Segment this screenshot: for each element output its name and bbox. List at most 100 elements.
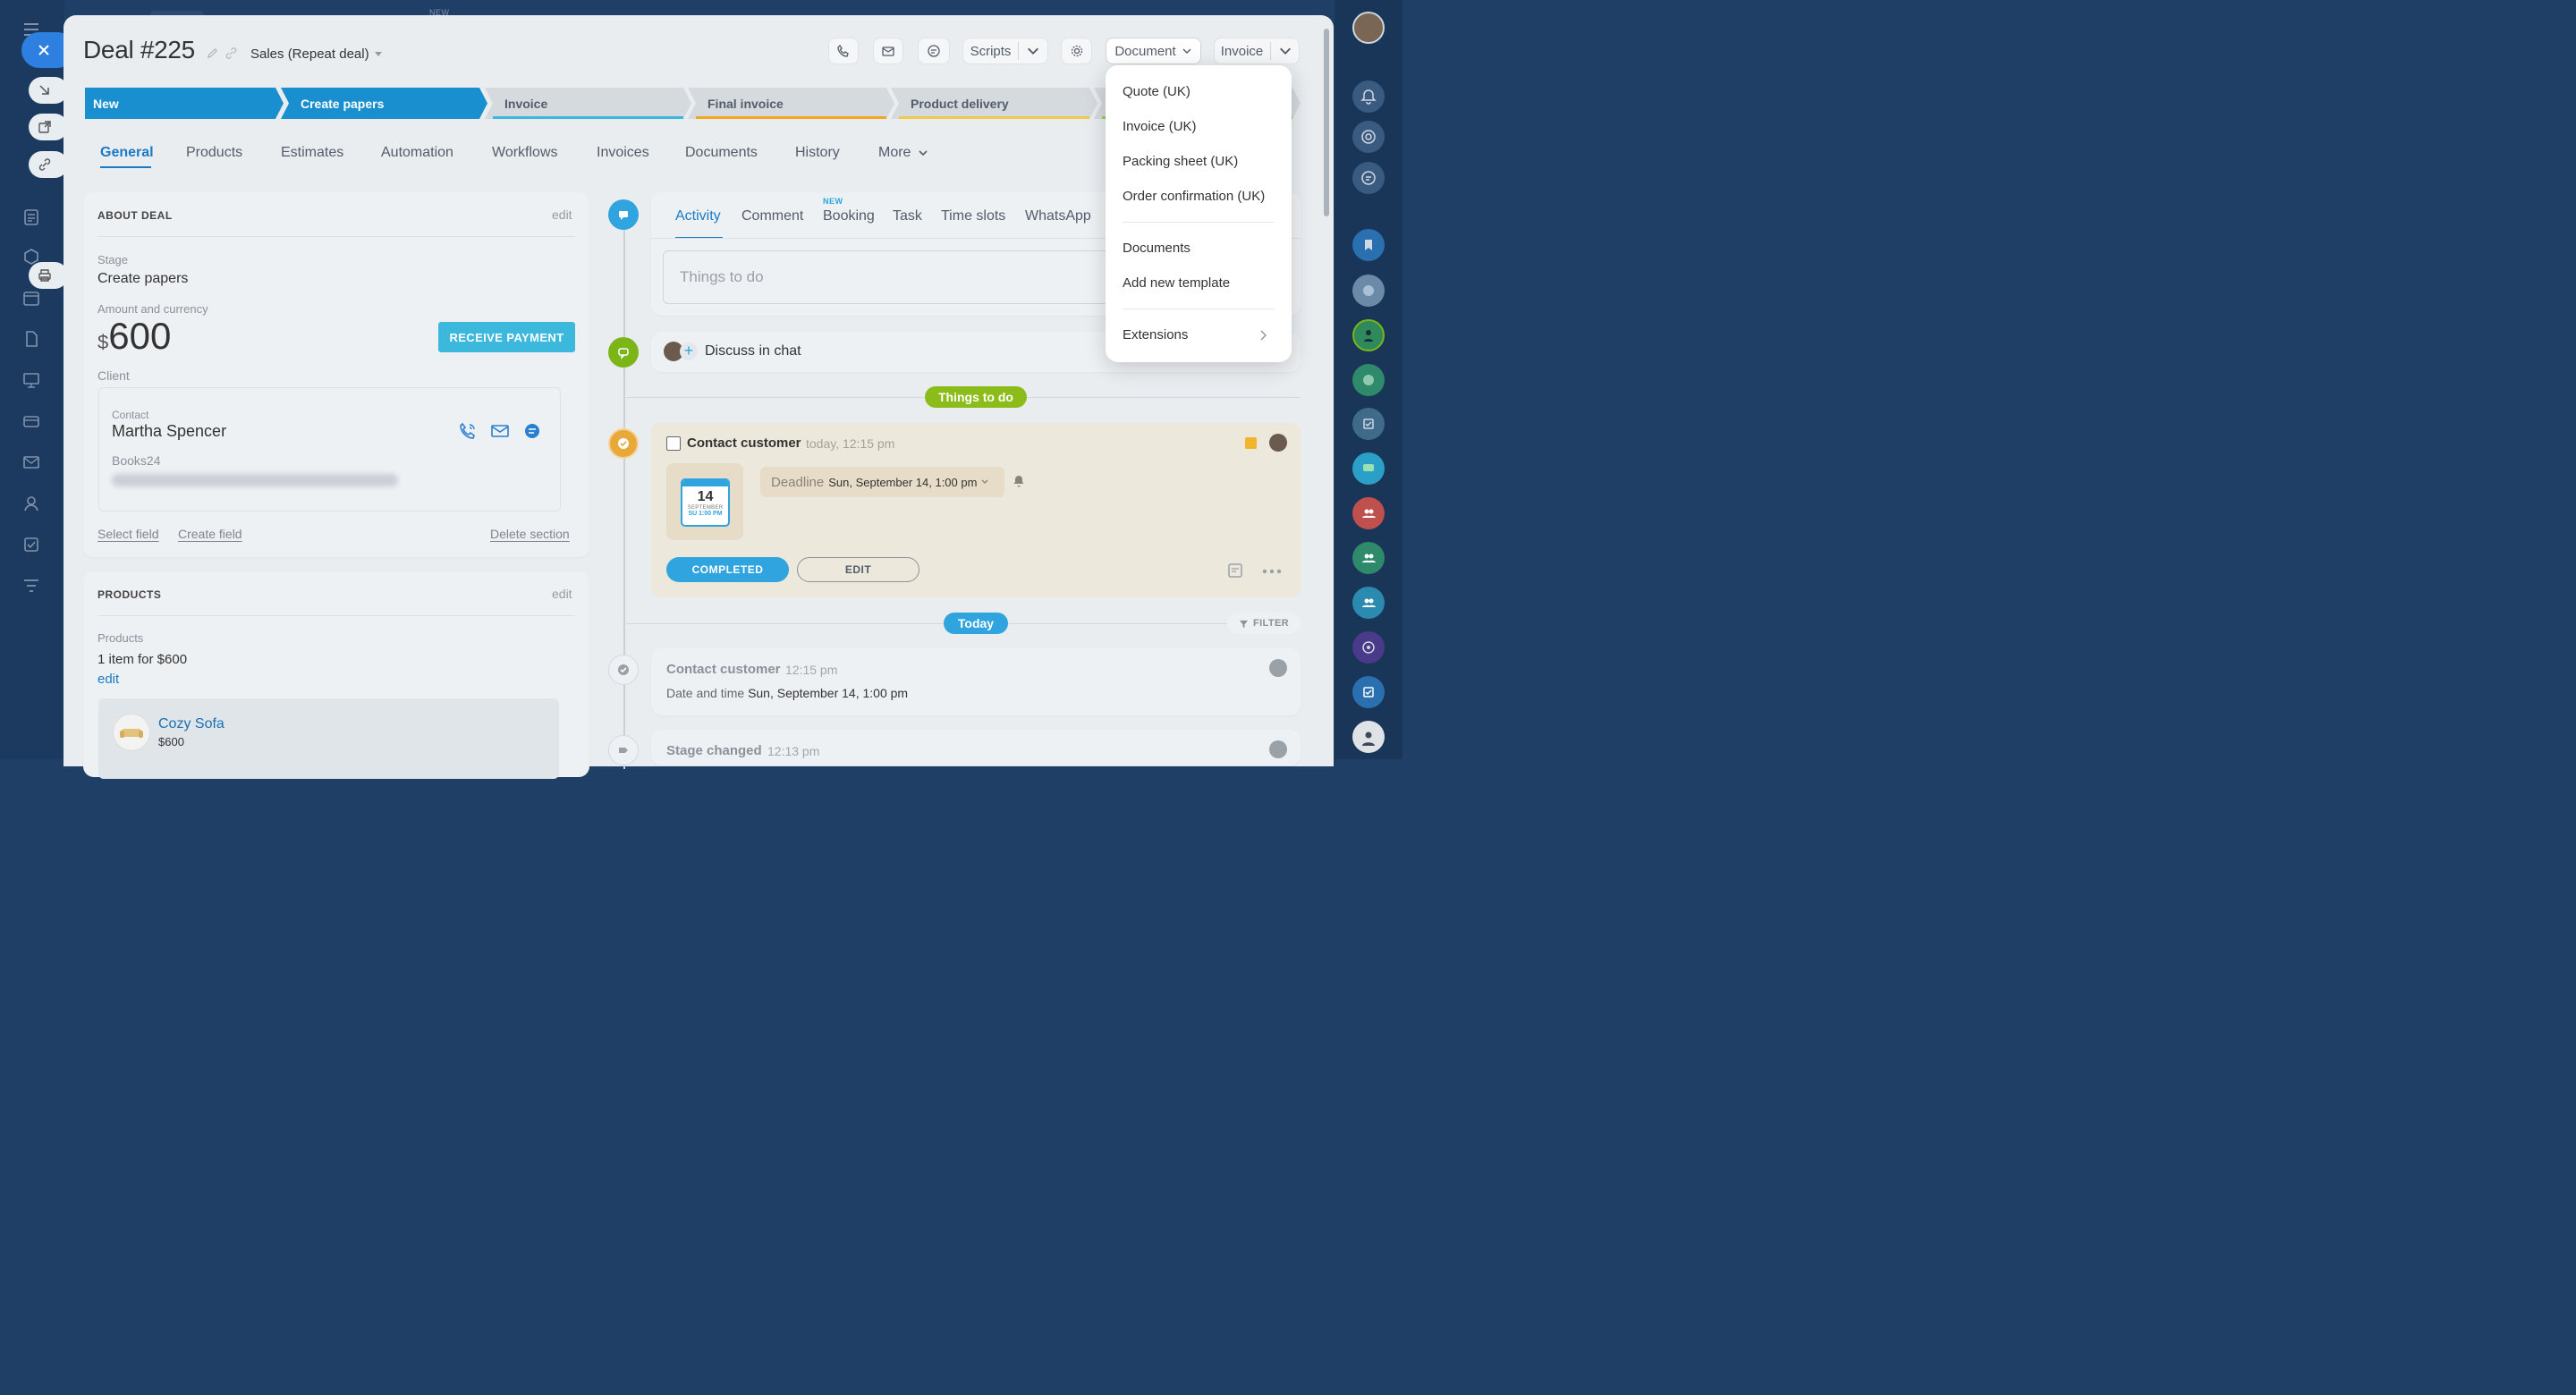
stage-final-invoice[interactable]: Final invoice bbox=[688, 88, 894, 119]
invoice-button[interactable]: Invoice bbox=[1214, 38, 1300, 64]
create-field-link[interactable]: Create field bbox=[178, 527, 242, 541]
about-deal-edit[interactable]: edit bbox=[552, 207, 572, 222]
amount-value: $ 600 bbox=[97, 315, 171, 358]
pipeline-label: Sales (Repeat deal) bbox=[250, 46, 369, 62]
pipeline-selector[interactable]: Sales (Repeat deal) bbox=[250, 46, 382, 62]
user-avatar[interactable] bbox=[1352, 12, 1385, 44]
pulse-icon[interactable] bbox=[1352, 121, 1385, 153]
stage-value: Create papers bbox=[97, 271, 189, 286]
activity-tab-whatsapp[interactable]: WhatsApp bbox=[1025, 208, 1091, 224]
email-button[interactable] bbox=[873, 38, 903, 64]
team-avatar[interactable] bbox=[1352, 364, 1385, 396]
task-checkbox[interactable] bbox=[666, 436, 681, 451]
stage-create-papers[interactable]: Create papers bbox=[281, 88, 487, 119]
receive-payment-button[interactable]: RECEIVE PAYMENT bbox=[438, 322, 575, 352]
things-to-do-input[interactable]: Things to do bbox=[663, 250, 1128, 304]
notifications-icon[interactable] bbox=[1352, 80, 1385, 113]
checkbox-icon[interactable] bbox=[21, 535, 41, 554]
tab-invoices[interactable]: Invoices bbox=[597, 145, 649, 161]
calendar-icon[interactable] bbox=[21, 288, 41, 308]
deadline-selector[interactable]: Deadline Sun, September 14, 1:00 pm bbox=[760, 467, 1004, 497]
scrollbar[interactable] bbox=[1324, 29, 1329, 216]
arrow-down-right-icon bbox=[39, 85, 49, 95]
chat-avatar[interactable] bbox=[1352, 452, 1385, 485]
edit-button[interactable]: EDIT bbox=[797, 557, 919, 582]
menu-item-invoice[interactable]: Invoice (UK) bbox=[1123, 119, 1197, 134]
link-icon[interactable] bbox=[225, 46, 238, 64]
add-participant-icon[interactable]: + bbox=[680, 342, 698, 360]
more-dots-icon[interactable] bbox=[1261, 565, 1283, 576]
bookmark-icon[interactable] bbox=[1352, 229, 1385, 261]
activity-tab-activity[interactable]: Activity bbox=[675, 208, 721, 224]
discuss-in-chat[interactable]: Discuss in chat bbox=[705, 343, 801, 359]
person-avatar-bottom[interactable] bbox=[1352, 721, 1385, 753]
document-button[interactable]: Document bbox=[1106, 38, 1201, 64]
activity-tab-time-slots[interactable]: Time slots bbox=[941, 208, 1005, 224]
chat-button[interactable] bbox=[918, 38, 950, 64]
copilot-icon[interactable] bbox=[1352, 631, 1385, 664]
select-field-link[interactable]: Select field bbox=[97, 527, 158, 541]
print-button[interactable] bbox=[29, 262, 68, 289]
tasks-avatar[interactable] bbox=[1352, 408, 1385, 440]
tab-history[interactable]: History bbox=[795, 145, 840, 161]
bell-icon[interactable] bbox=[1012, 474, 1026, 488]
tab-more[interactable]: More bbox=[878, 145, 928, 161]
contact-chat-icon[interactable] bbox=[522, 421, 542, 441]
product-name[interactable]: Cozy Sofa bbox=[158, 716, 225, 732]
menu-item-order-confirmation[interactable]: Order confirmation (UK) bbox=[1123, 189, 1265, 204]
document-icon[interactable] bbox=[21, 207, 41, 227]
funnel-icon[interactable] bbox=[21, 576, 41, 596]
stage-new[interactable]: New bbox=[85, 88, 284, 119]
tab-products[interactable]: Products bbox=[186, 145, 242, 161]
tab-underline bbox=[100, 166, 151, 168]
presentation-icon[interactable] bbox=[21, 370, 41, 390]
products-edit-link[interactable]: edit bbox=[97, 672, 119, 687]
task-color-flag[interactable] bbox=[1245, 437, 1257, 449]
tab-documents[interactable]: Documents bbox=[685, 145, 758, 161]
group-avatar-red[interactable] bbox=[1352, 497, 1385, 529]
activity-tab-comment[interactable]: Comment bbox=[741, 208, 803, 224]
tab-general[interactable]: General bbox=[100, 145, 154, 161]
pencil-icon[interactable] bbox=[206, 46, 219, 64]
contacts-icon[interactable] bbox=[21, 494, 41, 513]
group-avatar-green[interactable] bbox=[1352, 542, 1385, 574]
person-avatar[interactable] bbox=[1352, 319, 1385, 351]
menu-item-add-template[interactable]: Add new template bbox=[1123, 275, 1230, 291]
activity-tab-task[interactable]: Task bbox=[893, 208, 922, 224]
call-button[interactable] bbox=[828, 38, 859, 64]
menu-item-packing-sheet[interactable]: Packing sheet (UK) bbox=[1123, 154, 1238, 169]
stage-product-delivery[interactable]: Product delivery bbox=[891, 88, 1097, 119]
robot-avatar[interactable] bbox=[1352, 275, 1385, 307]
delete-section-link[interactable]: Delete section bbox=[490, 527, 570, 541]
filter-button[interactable]: FILTER bbox=[1227, 613, 1301, 634]
minimize-button[interactable] bbox=[29, 77, 68, 104]
company-name[interactable]: Books24 bbox=[112, 453, 160, 468]
card-icon[interactable] bbox=[21, 411, 41, 431]
about-deal-title: ABOUT DEAL bbox=[97, 209, 173, 222]
contact-call-icon[interactable] bbox=[458, 421, 478, 441]
group-avatar-blue[interactable] bbox=[1352, 587, 1385, 619]
contact-mail-icon[interactable] bbox=[490, 421, 510, 441]
tab-automation[interactable]: Automation bbox=[381, 145, 453, 161]
settings-button[interactable] bbox=[1061, 38, 1092, 64]
mail-icon[interactable] bbox=[21, 452, 41, 472]
file-icon[interactable] bbox=[21, 329, 41, 349]
tab-estimates[interactable]: Estimates bbox=[281, 145, 343, 161]
stage-invoice[interactable]: Invoice bbox=[485, 88, 691, 119]
chat-search-icon[interactable] bbox=[1352, 162, 1385, 194]
tab-workflows[interactable]: Workflows bbox=[492, 145, 558, 161]
scripts-button[interactable]: Scripts bbox=[962, 38, 1048, 64]
open-new-window-button[interactable] bbox=[29, 114, 68, 140]
menu-item-quote[interactable]: Quote (UK) bbox=[1123, 84, 1191, 99]
products-edit[interactable]: edit bbox=[552, 587, 572, 601]
note-icon[interactable] bbox=[1227, 562, 1243, 579]
copy-link-button[interactable] bbox=[29, 151, 68, 178]
activity-tab-booking[interactable]: Booking bbox=[823, 208, 875, 224]
menu-item-documents[interactable]: Documents bbox=[1123, 241, 1191, 256]
menu-item-extensions[interactable]: Extensions bbox=[1123, 327, 1188, 342]
contact-name[interactable]: Martha Spencer bbox=[112, 422, 226, 441]
task-title: Contact customer bbox=[687, 435, 801, 451]
completed-button[interactable]: COMPLETED bbox=[666, 557, 789, 582]
check-task-icon[interactable] bbox=[1352, 676, 1385, 708]
history-title: Stage changed bbox=[666, 743, 762, 758]
